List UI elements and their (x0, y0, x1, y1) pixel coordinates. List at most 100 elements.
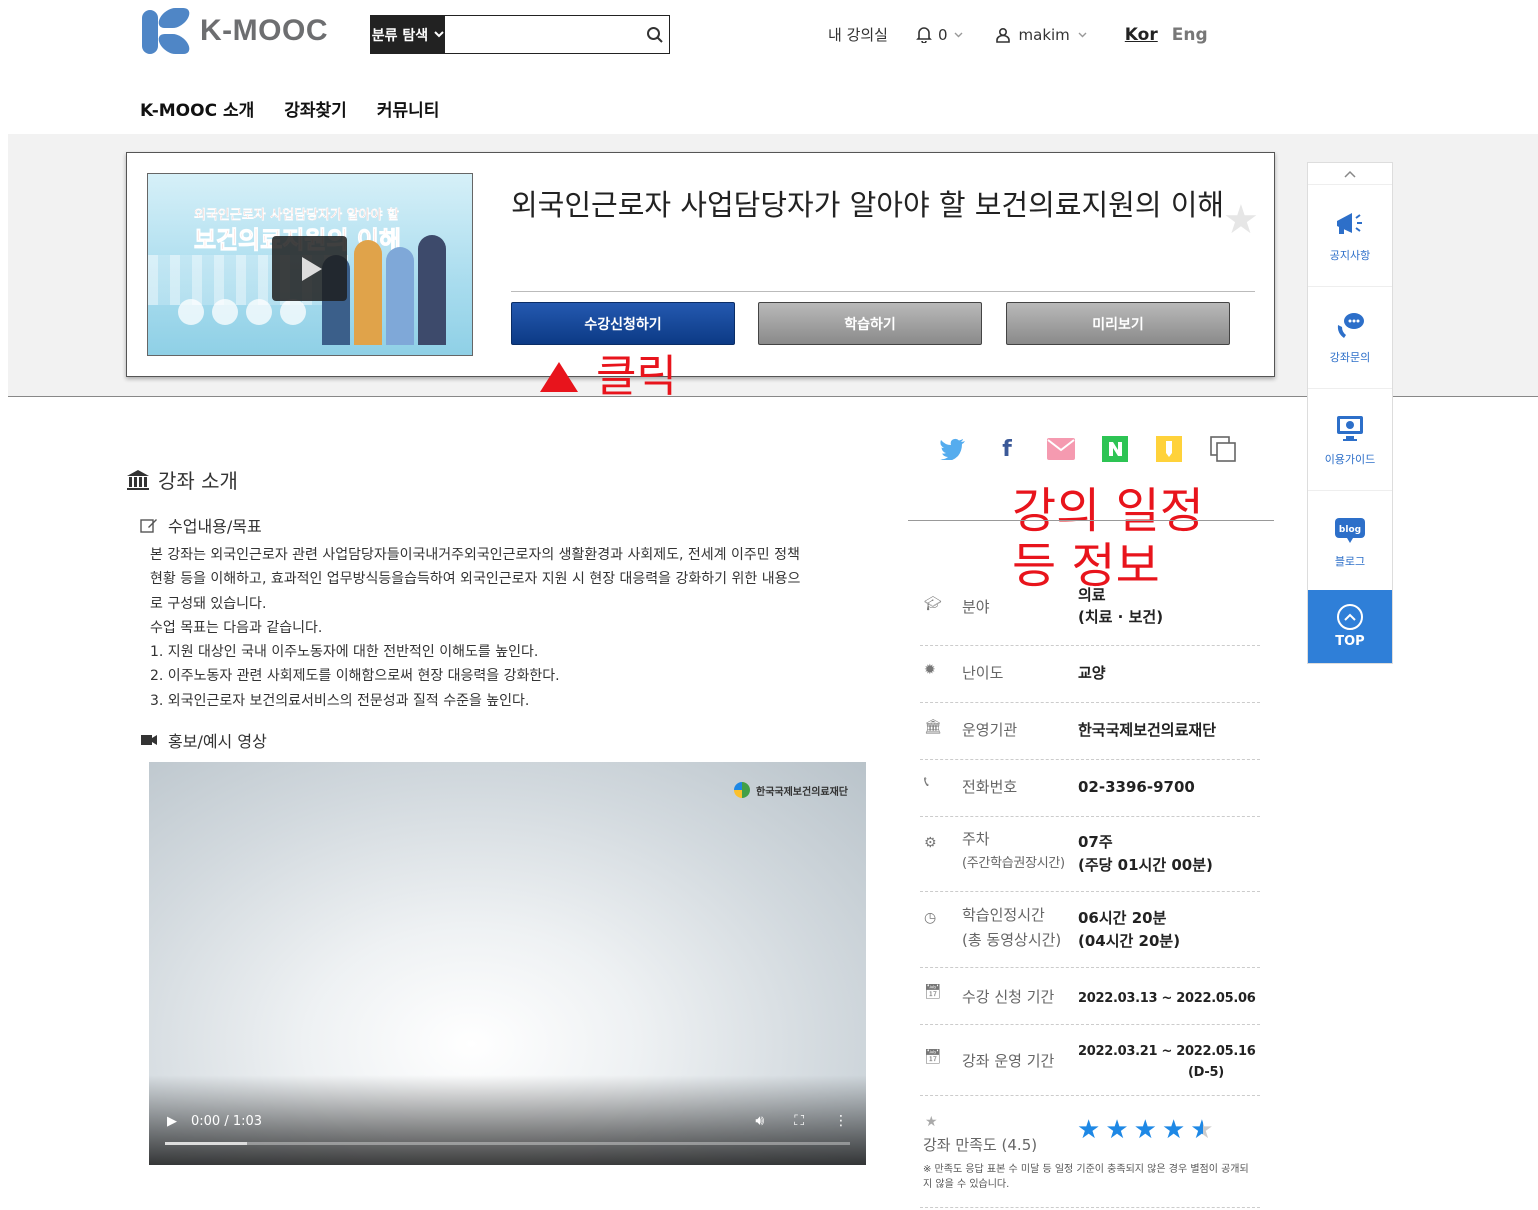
star-icon: ★ (1105, 1115, 1129, 1145)
promo-video-title: 홍보/예시 영상 (168, 732, 267, 751)
desc-line: 본 강좌는 외국인근로자 관련 사업담당자들이국내거주외국인근로자의 생활환경과… (150, 547, 800, 563)
info-annotation-line1: 강의 일정 (1012, 483, 1204, 539)
info-label: 난이도 (962, 664, 1004, 682)
video-brand: 한국국제보건의료재단 (734, 782, 848, 798)
video-time: 0:00 / 1:03 (191, 1113, 263, 1129)
search-bar: 분류 탐색 (370, 15, 670, 54)
video-progress-fill (165, 1142, 248, 1145)
my-classroom-link[interactable]: 내 강의실 (828, 24, 888, 45)
naver-icon[interactable] (1100, 434, 1130, 464)
video-progress-track[interactable] (165, 1142, 850, 1145)
enroll-button[interactable]: 수강신청하기 (511, 302, 735, 345)
promo-video-player[interactable]: 한국국제보건의료재단 ▶ 0:00 / 1:03 🔊︎ ⛶ ⋮ (149, 762, 866, 1165)
monitor-icon (1337, 415, 1363, 441)
rating-note: ※ 만족도 응답 표본 수 미달 등 일정 기준이 충족되지 않은 경우 별점이… (923, 1164, 1249, 1190)
copy-link-icon[interactable] (1208, 434, 1238, 464)
desc-line: 로 구성돼 있습니다. (150, 595, 267, 612)
icon-circles (178, 299, 306, 325)
kmooc-logo-mark (140, 8, 194, 54)
fullscreen-icon[interactable]: ⛶ (794, 1113, 804, 1129)
content-goal-heading: 수업내용/목표 (140, 513, 262, 537)
foundation-logo-icon (734, 782, 750, 798)
section-title: 강좌 소개 (158, 469, 238, 493)
quick-menu-up[interactable] (1308, 163, 1392, 185)
more-options-icon[interactable]: ⋮ (834, 1113, 848, 1129)
email-icon[interactable] (1046, 434, 1076, 464)
desc-line: 수업 목표는 다음과 같습니다. (150, 619, 323, 636)
info-value: 02-3396-9700 (1078, 778, 1195, 796)
video-controls: ▶ 0:00 / 1:03 🔊︎ ⛶ ⋮ (167, 1113, 848, 1129)
quick-inquiry[interactable]: 강좌문의 (1308, 287, 1392, 389)
volume-icon[interactable]: 🔊︎ (755, 1113, 764, 1129)
content-goal-title: 수업내용/목표 (168, 517, 262, 536)
promo-video-heading: 홍보/예시 영상 (140, 728, 267, 752)
star-icon: ★ (1161, 1115, 1186, 1145)
user-menu[interactable]: makim (995, 26, 1087, 44)
info-run-period: 📅︎ 강좌 운영 기간 2022.03.21 ~ 2022.05.16 (D-5… (920, 1025, 1260, 1096)
graduation-cap-icon: 🎓︎ (924, 596, 942, 612)
divider (920, 1207, 1260, 1208)
category-dropdown[interactable]: 분류 탐색 (371, 16, 445, 53)
course-description: 본 강좌는 외국인근로자 관련 사업담당자들이국내거주외국인근로자의 생활환경과… (150, 543, 870, 713)
lang-kor[interactable]: Kor (1125, 25, 1158, 45)
kmooc-logo[interactable]: K-MOOC (140, 8, 328, 54)
notification-count: 0 (937, 25, 948, 44)
bell-icon (916, 27, 932, 43)
kakao-icon[interactable] (1154, 434, 1184, 464)
nav-find-course[interactable]: 강좌찾기 (284, 96, 347, 121)
quick-guide[interactable]: 이용가이드 (1308, 389, 1392, 491)
star-icon: ★ (925, 1114, 938, 1130)
info-enroll-period: 📅︎ 수강 신청 기간 2022.03.13 ~ 2022.05.06 (920, 968, 1260, 1025)
divider (511, 291, 1255, 292)
page: K-MOOC 분류 탐색 내 강의실 0 makim Kor Eng K-MOO… (0, 0, 1538, 1210)
notifications-dropdown[interactable]: 0 (916, 26, 963, 44)
search-button[interactable] (642, 16, 669, 53)
top-button-label: TOP (1335, 634, 1365, 649)
search-icon (647, 26, 664, 43)
study-button[interactable]: 학습하기 (758, 302, 982, 345)
main-nav: K-MOOC 소개 강좌찾기 커뮤니티 (140, 96, 439, 121)
info-label: (주간학습권장시간) (962, 856, 1065, 871)
play-icon[interactable] (272, 236, 347, 301)
info-phone: 📞︎ 전화번호 02-3396-9700 (920, 760, 1260, 817)
svg-text:blog: blog (1339, 525, 1361, 535)
quick-blog[interactable]: blog 블로그 (1308, 491, 1392, 593)
click-annotation: 클릭 (540, 352, 677, 402)
info-level: ✹ 난이도 교양 (920, 646, 1260, 703)
quick-inquiry-label: 강좌문의 (1329, 350, 1371, 364)
info-label: (총 동영상시간) (962, 931, 1062, 949)
info-value: (주당 01시간 00분) (1078, 856, 1213, 874)
clock-icon: ◷ (924, 910, 937, 926)
twitter-icon[interactable] (938, 434, 968, 464)
info-value: 2022.03.13 ~ 2022.05.06 (1078, 991, 1256, 1006)
course-thumbnail[interactable]: 외국인근로자 사업담당자가 알아야 할 보건의료지원의 이해 (147, 173, 473, 356)
star-icon: ★ (1077, 1115, 1101, 1145)
top-button[interactable]: TOP (1308, 590, 1392, 663)
institution-icon: 🏛︎ (924, 719, 942, 735)
favorite-star-icon[interactable]: ★ (1223, 197, 1259, 243)
category-dropdown-label: 분류 탐색 (371, 27, 429, 44)
lang-eng[interactable]: Eng (1172, 25, 1208, 45)
video-camera-icon (141, 735, 157, 745)
info-label: 주차 (962, 830, 990, 848)
search-input[interactable] (444, 16, 642, 53)
quick-blog-label: 블로그 (1334, 554, 1366, 568)
chevron-up-icon (1344, 170, 1356, 178)
gear-icon: ✹ (924, 662, 936, 678)
desc-line: 3. 외국인근로자 보건의료서비스의 전문성과 질적 수준을 높인다. (150, 692, 530, 709)
video-brand-text: 한국국제보건의료재단 (756, 786, 848, 798)
facebook-icon[interactable]: f (992, 434, 1022, 464)
quick-notice[interactable]: 공지사항 (1308, 185, 1392, 287)
click-annotation-text: 클릭 (596, 351, 677, 402)
course-hero: 외국인근로자 사업담당자가 알아야 할 보건의료지원의 이해 외국인근로자 사업… (126, 152, 1275, 377)
user-icon (995, 27, 1010, 43)
info-value: (04시간 20분) (1078, 932, 1181, 950)
play-icon[interactable]: ▶ (167, 1114, 177, 1129)
up-arrow-icon (540, 362, 578, 392)
half-star-icon: ★ (1190, 1115, 1214, 1145)
course-title: 외국인근로자 사업담당자가 알아야 할 보건의료지원의 이해 (511, 188, 1225, 222)
preview-button[interactable]: 미리보기 (1006, 302, 1230, 345)
info-label: 운영기관 (962, 721, 1018, 739)
nav-community[interactable]: 커뮤니티 (377, 96, 440, 121)
nav-about[interactable]: K-MOOC 소개 (140, 96, 254, 121)
